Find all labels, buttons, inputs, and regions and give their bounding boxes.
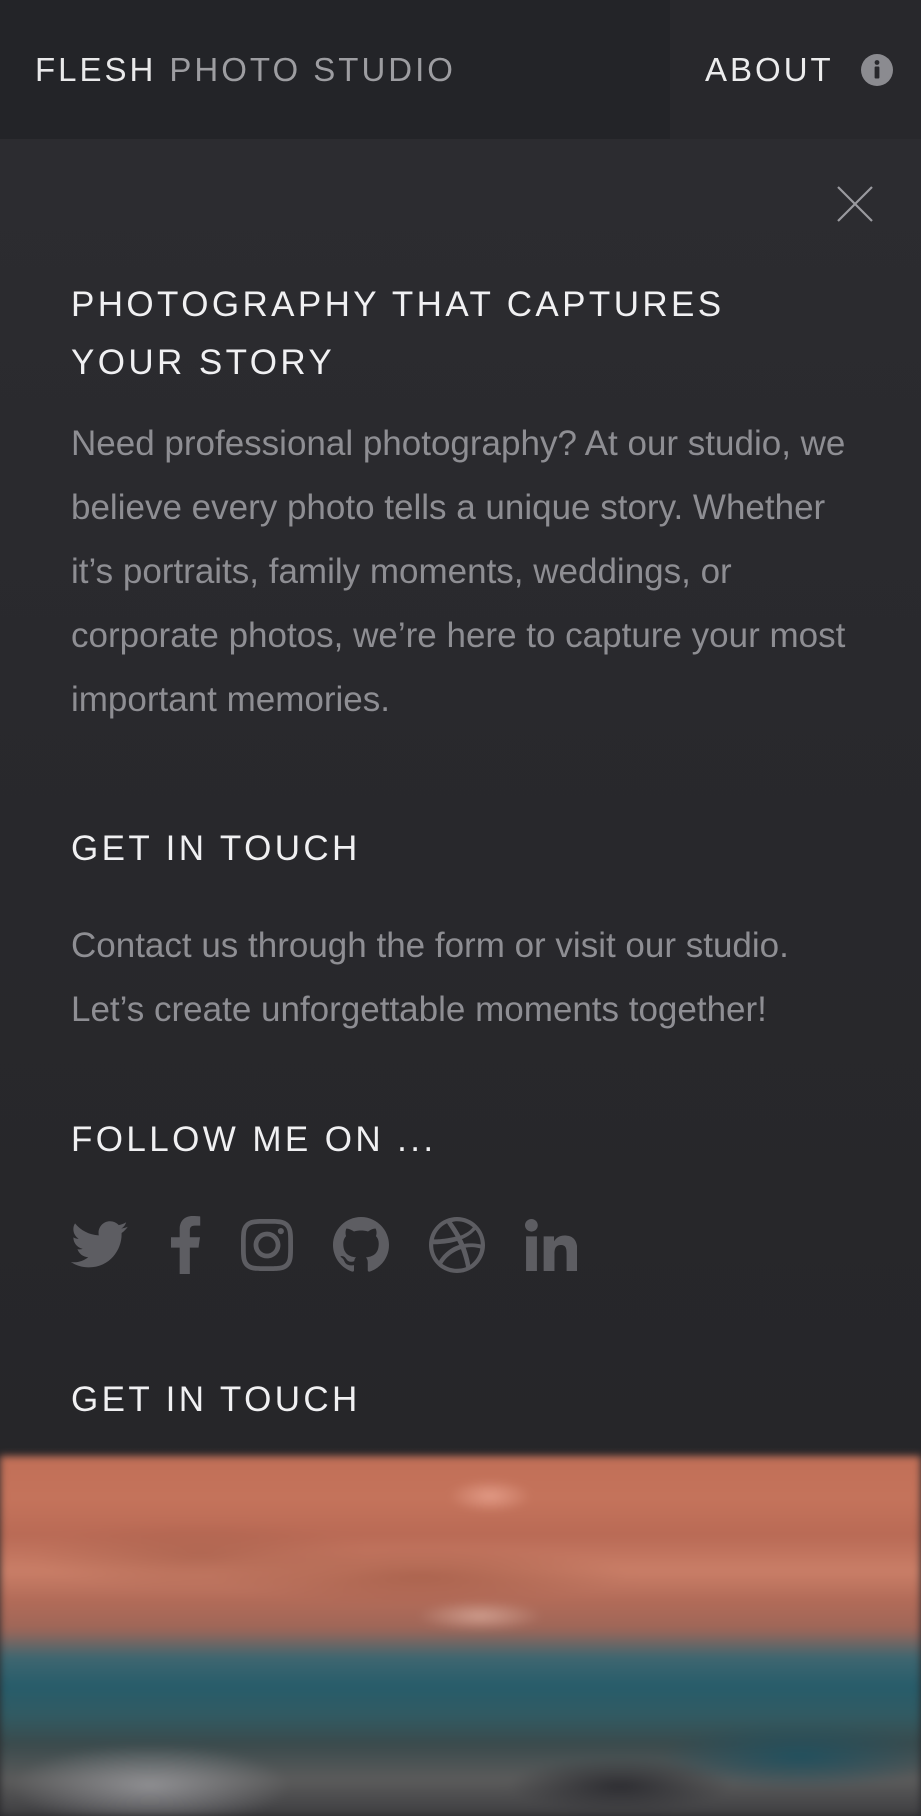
brand-name-strong: FLESH xyxy=(35,50,157,88)
linkedin-link[interactable] xyxy=(525,1216,577,1274)
linkedin-icon xyxy=(525,1219,577,1271)
twitter-link[interactable] xyxy=(71,1216,129,1274)
about-label: ABOUT xyxy=(705,50,834,88)
contact-heading-2: GET IN TOUCH xyxy=(71,1380,361,1419)
instagram-link[interactable] xyxy=(241,1216,293,1274)
contact-heading: GET IN TOUCH xyxy=(71,829,361,868)
intro-heading: PHOTOGRAPHY THAT CAPTURES YOUR STORY xyxy=(71,285,725,382)
dribbble-link[interactable] xyxy=(429,1216,485,1274)
site-brand[interactable]: FLESH PHOTO STUDIO xyxy=(0,0,670,139)
facebook-icon xyxy=(170,1216,201,1274)
about-toggle[interactable]: ABOUT xyxy=(705,0,894,139)
page: FLESH PHOTO STUDIO ABOUT PHOTOGRAPHY THA… xyxy=(0,0,921,1816)
info-icon xyxy=(860,53,894,87)
about-panel: PHOTOGRAPHY THAT CAPTURES YOUR STORY Nee… xyxy=(0,139,921,1456)
github-link[interactable] xyxy=(333,1216,389,1274)
contact-text: Contact us through the form or visit our… xyxy=(71,926,789,1029)
close-button[interactable] xyxy=(836,185,874,223)
brand-name-light: PHOTO STUDIO xyxy=(169,50,456,88)
follow-heading: FOLLOW ME ON ... xyxy=(71,1120,437,1159)
close-icon xyxy=(837,186,873,222)
facebook-link[interactable] xyxy=(169,1216,201,1274)
follow-section: FOLLOW ME ON ... xyxy=(71,1111,851,1169)
background-photo xyxy=(0,1456,921,1816)
contact-section-2: GET IN TOUCH xyxy=(71,1371,851,1429)
instagram-icon xyxy=(241,1219,293,1271)
contact-section: GET IN TOUCH Contact us through the form… xyxy=(71,820,851,1042)
site-header: FLESH PHOTO STUDIO ABOUT xyxy=(0,0,921,139)
intro-text: Need professional photography? At our st… xyxy=(71,424,846,719)
twitter-icon xyxy=(71,1221,128,1268)
social-links xyxy=(71,1216,617,1274)
dribbble-icon xyxy=(429,1217,485,1273)
intro-section: PHOTOGRAPHY THAT CAPTURES YOUR STORY Nee… xyxy=(71,276,851,732)
github-icon xyxy=(333,1217,389,1272)
